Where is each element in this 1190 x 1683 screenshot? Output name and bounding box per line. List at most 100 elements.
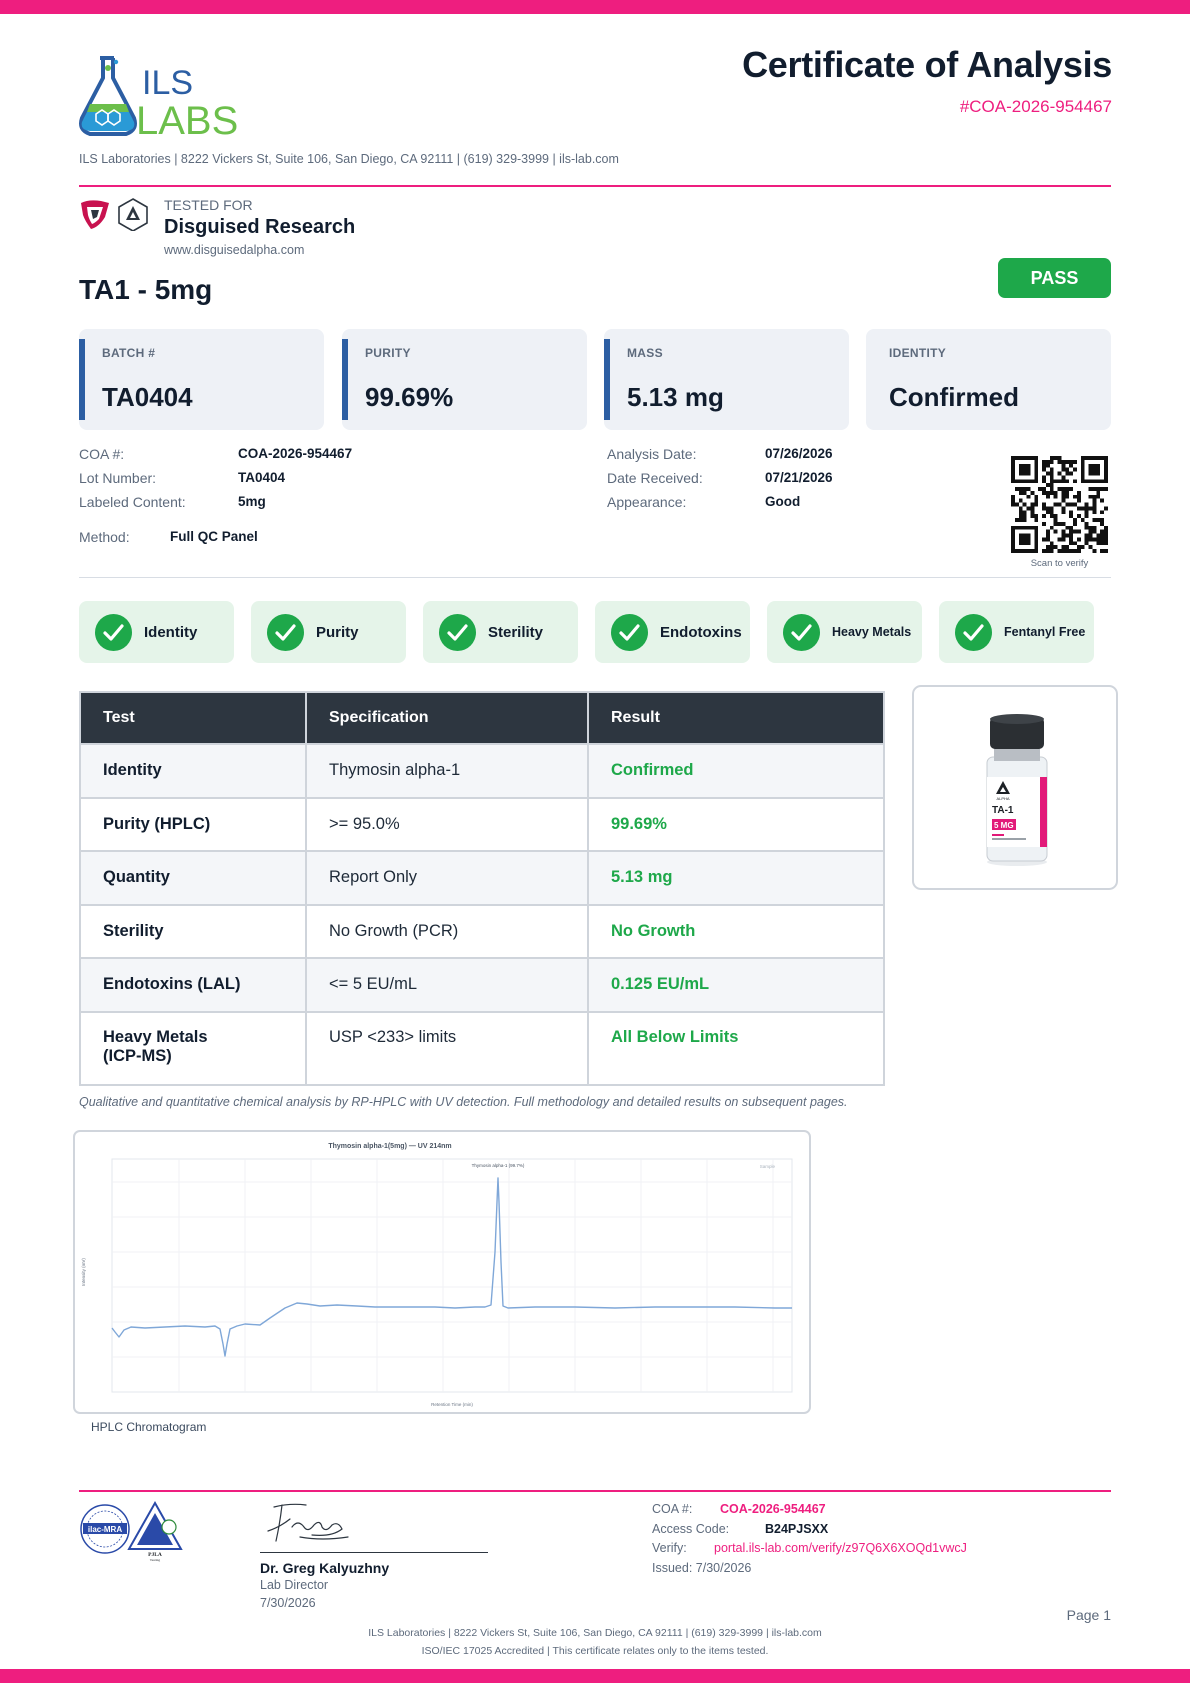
page-number: Page 1: [1066, 1607, 1111, 1623]
table-row: Sterility No Growth (PCR) No Growth: [79, 903, 885, 959]
check-chip-heavy-metals: Heavy Metals: [767, 601, 922, 663]
top-accent-bar: [0, 0, 1190, 14]
test-result: 5.13 mg: [587, 850, 885, 906]
verify-url-link[interactable]: portal.ils-lab.com/verify/z97Q6X6XOQd1vw…: [714, 1541, 967, 1555]
analysis-date-value: 07/26/2026: [765, 446, 833, 461]
labeled-content-value: 5mg: [238, 494, 266, 509]
summary-card-mass: MASS 5.13 mg: [604, 329, 849, 430]
card-label: MASS: [627, 346, 663, 360]
card-value: 5.13 mg: [627, 382, 724, 412]
verification-qr-code[interactable]: [1011, 456, 1108, 553]
svg-text:ilac-MRA: ilac-MRA: [88, 1525, 122, 1534]
test-result: No Growth: [587, 903, 885, 959]
date-received-value: 07/21/2026: [765, 470, 833, 485]
ils-labs-logo: ILS LABS: [79, 56, 238, 138]
date-received-label: Date Received:: [607, 470, 703, 486]
check-circle-icon: [955, 614, 992, 651]
client-website: www.disguisedalpha.com: [164, 243, 305, 257]
access-code-value: B24PJSXX: [765, 1522, 829, 1536]
check-circle-icon: [95, 614, 132, 651]
verify-url-label: Verify:: [652, 1541, 687, 1555]
test-specification: No Growth (PCR): [305, 903, 589, 959]
check-circle-icon: [611, 614, 648, 651]
lab-address-line: ILS Laboratories | 8222 Vickers St, Suit…: [79, 152, 619, 166]
card-value: TA0404: [102, 382, 193, 412]
pjla-seal-icon: PJLA Testing: [127, 1500, 183, 1562]
table-row: Endotoxins (LAL) <= 5 EU/mL 0.125 EU/mL: [79, 957, 885, 1013]
appearance-label: Appearance:: [607, 494, 687, 510]
signer-name: Dr. Greg Kalyuzhny: [260, 1560, 390, 1576]
check-label: Fentanyl Free: [1004, 625, 1086, 639]
test-name: Quantity: [79, 850, 307, 906]
card-accent: [342, 339, 348, 420]
check-chip-fentanyl-free: Fentanyl Free: [939, 601, 1094, 663]
issued-date: Issued: 7/30/2026: [652, 1561, 752, 1575]
pass-status-badge: PASS: [998, 258, 1111, 298]
coa-number-value: COA-2026-954467: [238, 446, 353, 461]
card-accent: [79, 339, 85, 420]
method-value: Full QC Panel: [170, 529, 258, 544]
check-chip-sterility: Sterility: [423, 601, 578, 663]
verify-coa-value: COA-2026-954467: [720, 1502, 826, 1516]
product-vial-image: ALPHA TA-1 5 MG: [986, 714, 1048, 866]
alpha-logo-icon: [118, 198, 148, 231]
test-result: 0.125 EU/mL: [587, 957, 885, 1013]
client-name: Disguised Research: [164, 216, 356, 238]
chromatogram-frame: Thymosin alpha-1(5mg) — UV 214nm Intensi…: [73, 1130, 811, 1414]
summary-card-purity: PURITY 99.69%: [342, 329, 587, 430]
test-specification: Report Only: [305, 850, 589, 906]
test-name: Purity (HPLC): [79, 796, 307, 852]
bottom-accent-bar: [0, 1669, 1190, 1683]
table-row: Heavy Metals (ICP-MS) USP <233> limits A…: [79, 1010, 885, 1086]
table-header-row: Test Specification Result: [79, 691, 885, 745]
details-divider: [79, 577, 1111, 578]
test-specification: <= 5 EU/mL: [305, 957, 589, 1013]
table-row: Quantity Report Only 5.13 mg: [79, 850, 885, 906]
svg-text:5 MG: 5 MG: [994, 821, 1014, 830]
signature-date: 7/30/2026: [260, 1596, 316, 1610]
signature-line: [260, 1552, 488, 1553]
product-name: TA1 - 5mg: [79, 274, 213, 305]
qr-caption: Scan to verify: [1030, 558, 1089, 569]
card-label: IDENTITY: [889, 346, 947, 360]
summary-card-batch: BATCH # TA0404: [79, 329, 324, 430]
document-title: Certificate of Analysis: [742, 44, 1112, 85]
check-chip-endotoxins: Endotoxins: [595, 601, 750, 663]
chromatogram-caption: HPLC Chromatogram: [91, 1420, 207, 1434]
column-header-test: Test: [79, 691, 307, 745]
labeled-content-label: Labeled Content:: [79, 494, 186, 510]
header-divider: [79, 185, 1111, 187]
card-label: PURITY: [365, 346, 411, 360]
analysis-date-label: Analysis Date:: [607, 446, 697, 462]
check-label: Sterility: [488, 623, 544, 641]
card-value: Confirmed: [889, 382, 1019, 412]
check-label: Endotoxins: [660, 623, 742, 641]
svg-text:ILS: ILS: [142, 64, 193, 102]
test-specification: >= 95.0%: [305, 796, 589, 852]
test-name: Heavy Metals (ICP-MS): [79, 1010, 307, 1086]
product-image-frame: ALPHA TA-1 5 MG: [912, 685, 1118, 890]
coa-number-label: COA #:: [79, 446, 125, 462]
card-value: 99.69%: [365, 382, 454, 412]
director-signature: [267, 1503, 349, 1542]
method-label: Method:: [79, 529, 130, 545]
footer-divider: [79, 1490, 1111, 1492]
svg-text:Sample: Sample: [760, 1164, 776, 1169]
summary-card-identity: IDENTITY Confirmed: [866, 329, 1111, 430]
test-specification: Thymosin alpha-1: [305, 743, 589, 799]
tested-for-label: TESTED FOR: [164, 197, 253, 213]
signer-role: Lab Director: [260, 1578, 329, 1592]
check-label: Identity: [144, 623, 198, 641]
svg-text:Thymosin alpha-1 (99.7%): Thymosin alpha-1 (99.7%): [472, 1163, 525, 1168]
check-label: Purity: [316, 623, 359, 641]
check-label: Heavy Metals: [832, 625, 912, 639]
svg-text:Testing: Testing: [150, 1558, 161, 1562]
access-code-label: Access Code:: [652, 1522, 730, 1536]
svg-text:Retention Time (min): Retention Time (min): [431, 1402, 473, 1407]
svg-text:ALPHA: ALPHA: [996, 796, 1009, 801]
column-header-result: Result: [587, 691, 885, 745]
test-name: Identity: [79, 743, 307, 799]
lot-number-label: Lot Number:: [79, 470, 157, 486]
card-label: BATCH #: [102, 346, 156, 360]
test-result: Confirmed: [587, 743, 885, 799]
